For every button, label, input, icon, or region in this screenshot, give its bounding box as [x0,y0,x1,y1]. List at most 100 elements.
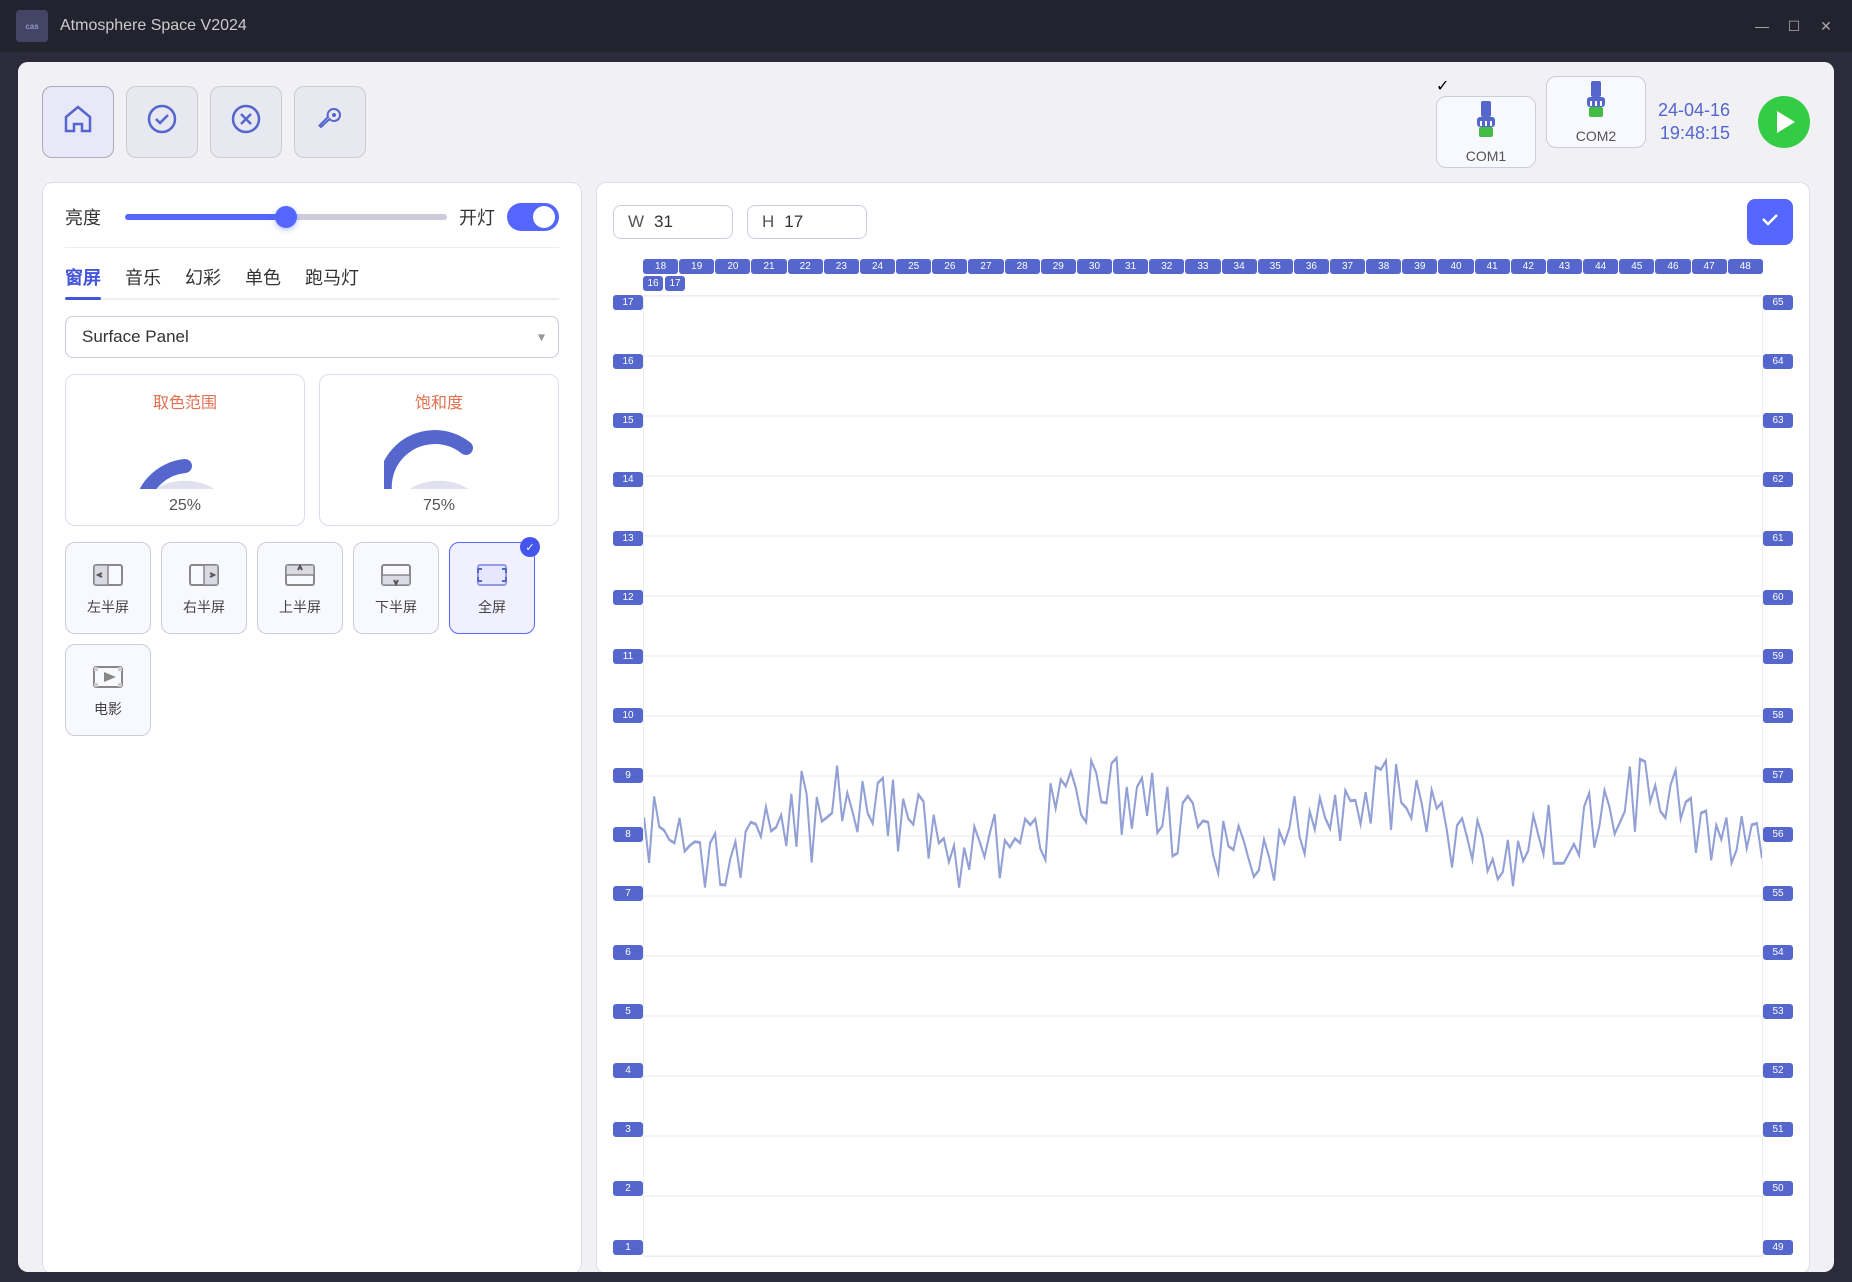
mode-fullscreen[interactable]: ✓ 全屏 [449,542,535,634]
mode-cinema[interactable]: 电影 [65,644,151,736]
y-label-right: 57 [1763,768,1793,783]
mode-cinema-label: 电影 [94,699,122,719]
y-label-right: 49 [1763,1240,1793,1255]
y-label: 10 [613,708,643,723]
x-label: 25 [896,259,931,274]
chart-main: 1234567891011121314151617 49505152535455… [613,295,1793,1257]
com2-label: COM2 [1576,128,1616,144]
gauges-row: 取色范围 25% 饱和度 [65,374,559,526]
x-label: 30 [1077,259,1112,274]
titlebar: cas Atmosphere Space V2024 — ☐ ✕ [0,0,1852,52]
com1-wrapper: ✓ COM1 [1436,76,1536,168]
x-label: 39 [1402,259,1437,274]
play-button[interactable] [1758,96,1810,148]
mode-left-half-label: 左半屏 [87,597,129,617]
saturation-title: 饱和度 [415,389,463,413]
x-label: 38 [1366,259,1401,274]
y-label-right: 58 [1763,708,1793,723]
maximize-button[interactable]: ☐ [1784,16,1804,36]
cinema-icon [92,661,124,693]
panel-dropdown[interactable]: Surface Panel [65,316,559,358]
y-labels-right: 4950515253545556575859606162636465 [1763,295,1793,1257]
tab-single[interactable]: 单色 [245,264,281,298]
close-button[interactable]: ✕ [1816,16,1836,36]
time-display: 19:48:15 [1658,122,1730,145]
mode-bottom-half[interactable]: 下半屏 [353,542,439,634]
bottom-half-icon [380,559,412,591]
x-label: 33 [1185,259,1220,274]
x-label: 24 [860,259,895,274]
com1-plug-icon [1471,101,1501,144]
tab-marquee[interactable]: 跑马灯 [305,264,359,298]
h-field: H 17 [747,205,867,239]
y-label-right: 52 [1763,1063,1793,1078]
check-circle-icon [146,103,178,142]
w-field: W 31 [613,205,733,239]
y-label: 9 [613,768,643,783]
left-half-icon [92,559,124,591]
y-label: 11 [613,649,643,664]
x-label: 18 [643,259,678,274]
x-label: 22 [788,259,823,274]
com2-button[interactable]: COM2 [1546,76,1646,148]
wh-row: W 31 H 17 [613,199,1793,245]
y-label-right: 51 [1763,1122,1793,1137]
saturation-gauge [384,421,494,489]
x-label: 35 [1258,259,1293,274]
home-button[interactable] [42,86,114,158]
y-label: 16 [613,354,643,369]
left-panel: 亮度 开灯 窗屏 音乐 幻彩 单色 跑马灯 Surface Panel ▾ [42,182,582,1272]
window-controls: — ☐ ✕ [1752,16,1836,36]
x-label: 48 [1728,259,1763,274]
settings-button[interactable] [294,86,366,158]
delete-button[interactable] [210,86,282,158]
x-label: 36 [1294,259,1329,274]
com2-wrapper: COM2 [1546,76,1646,168]
x-label: 26 [932,259,967,274]
x-label: 37 [1330,259,1365,274]
color-range-gauge [130,421,240,489]
mode-bottom-half-label: 下半屏 [375,597,417,617]
x-label: 47 [1692,259,1727,274]
y-label-right: 61 [1763,531,1793,546]
toolbar: ✓ COM1 [18,62,1834,182]
minimize-button[interactable]: — [1752,16,1772,36]
y-label: 15 [613,413,643,428]
x-label: 20 [715,259,750,274]
w-value: 31 [654,212,673,232]
divider-1 [65,247,559,248]
tab-music[interactable]: 音乐 [125,264,161,298]
mode-top-half[interactable]: 上半屏 [257,542,343,634]
y-label-right: 55 [1763,886,1793,901]
y-label-right: 60 [1763,590,1793,605]
confirm-button[interactable] [1747,199,1793,245]
main-window: ✓ COM1 [18,62,1834,1272]
x-label: 43 [1547,259,1582,274]
y-label: 1 [613,1240,643,1255]
com1-button[interactable]: COM1 [1436,96,1536,168]
com1-check-icon: ✓ [1436,76,1536,96]
brightness-slider[interactable] [125,214,447,220]
y-label: 2 [613,1181,643,1196]
tab-screen[interactable]: 窗屏 [65,264,101,298]
mode-right-half-label: 右半屏 [183,597,225,617]
mode-left-half[interactable]: 左半屏 [65,542,151,634]
y-label-right: 64 [1763,354,1793,369]
y-label: 14 [613,472,643,487]
wrench-icon [314,103,346,142]
fullscreen-check-icon: ✓ [520,537,540,557]
dropdown-row: Surface Panel ▾ [65,316,559,358]
confirm-check-button[interactable] [126,86,198,158]
y-label: 8 [613,827,643,842]
x-label: 21 [751,259,786,274]
mode-top-half-label: 上半屏 [279,597,321,617]
light-toggle[interactable] [507,203,559,231]
saturation-value: 75% [423,497,455,515]
y-label: 3 [613,1122,643,1137]
tab-fantasy[interactable]: 幻彩 [185,264,221,298]
mode-right-half[interactable]: 右半屏 [161,542,247,634]
datetime-block: 24-04-16 19:48:15 [1658,99,1730,146]
y-label-right: 50 [1763,1181,1793,1196]
mode-fullscreen-label: 全屏 [478,597,506,617]
saturation-card: 饱和度 75% [319,374,559,526]
